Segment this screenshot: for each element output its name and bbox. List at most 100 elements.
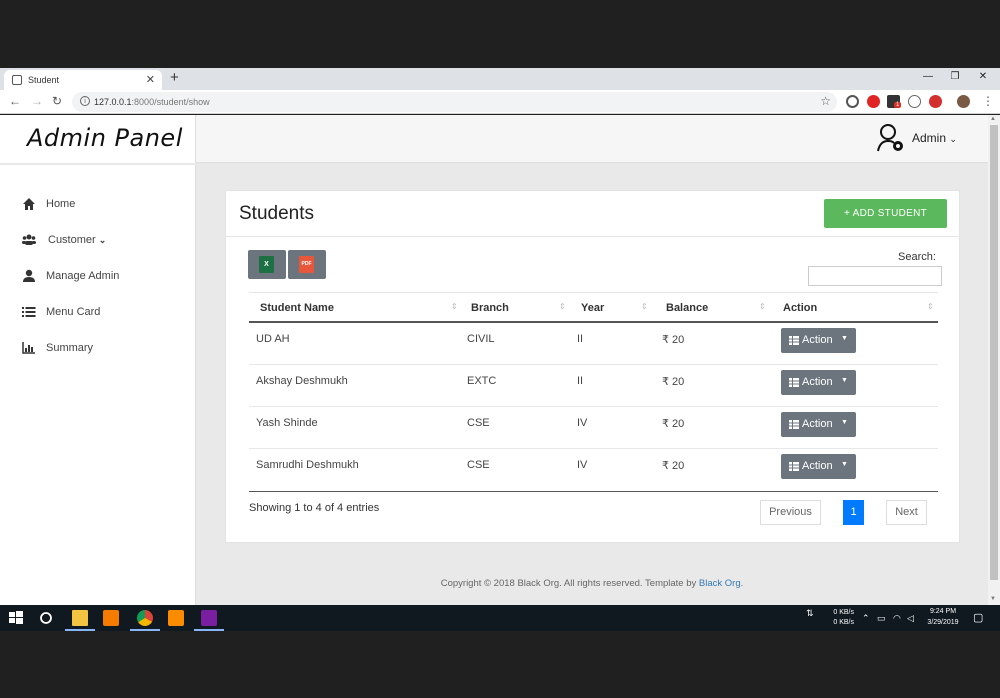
sort-icon[interactable]: ⇕ — [759, 302, 766, 311]
admin-menu[interactable]: Admin ⌄ — [912, 131, 957, 145]
forward-icon[interactable]: → — [31, 94, 43, 108]
xampp-icon[interactable] — [168, 610, 184, 626]
sidebar: Home Customer ⌄ Manage Admin Menu Card S… — [0, 165, 196, 605]
window-close-icon[interactable]: ✕ — [975, 71, 991, 82]
sidebar-item-label: Summary — [46, 342, 94, 354]
page-scrollbar[interactable]: ▲ ▼ — [988, 115, 1000, 605]
footer-link[interactable]: Black Org — [699, 578, 741, 589]
sidebar-item-summary[interactable]: Summary — [22, 341, 182, 361]
address-bar[interactable]: i 127.0.0.1:8000/student/show ☆ — [72, 92, 837, 112]
sort-icon[interactable]: ⇕ — [641, 302, 648, 311]
table-row: Samrudhi Deshmukh CSE IV ₹ 20 Action ▼ — [249, 449, 938, 491]
column-header-balance[interactable]: Balance — [666, 302, 708, 314]
tab-title: Student — [28, 75, 60, 85]
sort-icon[interactable]: ⇕ — [927, 302, 934, 311]
table-grid-icon — [789, 420, 799, 429]
network-speed-arrows-icon: ⇅ — [806, 608, 814, 618]
caret-down-icon: ▼ — [841, 419, 848, 426]
tray-expand-icon[interactable]: ⌃ — [862, 613, 870, 624]
cell-year: IV — [577, 417, 588, 429]
users-icon — [22, 234, 36, 245]
page-title: Students — [239, 203, 314, 224]
site-info-icon[interactable]: i — [80, 96, 90, 106]
media-player-icon[interactable] — [103, 610, 119, 626]
column-header-year[interactable]: Year — [581, 302, 604, 314]
footer-end: . — [740, 578, 744, 589]
restore-icon[interactable]: ❐ — [947, 71, 963, 82]
admin-user-gear-icon[interactable] — [876, 123, 906, 153]
back-icon[interactable]: ← — [9, 94, 21, 108]
reload-icon[interactable]: ↻ — [52, 94, 62, 108]
cell-student-name: Yash Shinde — [256, 417, 318, 429]
url-text: 127.0.0.1:8000/student/show — [94, 97, 210, 107]
file-explorer-icon[interactable] — [72, 610, 88, 626]
column-header-branch[interactable]: Branch — [471, 302, 509, 314]
sort-icon[interactable]: ⇕ — [451, 302, 458, 311]
block-extension-icon[interactable] — [846, 95, 859, 108]
clock-time[interactable]: 9:24 PM — [922, 608, 964, 615]
sidebar-item-manage-admin[interactable]: Manage Admin — [22, 269, 182, 289]
windows-start-icon[interactable] — [8, 610, 24, 626]
cortana-search-icon[interactable] — [38, 610, 54, 626]
new-tab-button[interactable]: + — [170, 69, 179, 86]
cell-year: II — [577, 375, 584, 387]
table-grid-icon — [789, 378, 799, 387]
menu-kebab-icon[interactable]: ⋮ — [982, 94, 994, 108]
browser-toolbar: ← → ↻ i 127.0.0.1:8000/student/show ☆ 1 … — [0, 90, 1000, 114]
cell-year: II — [577, 333, 584, 345]
clock-date[interactable]: 3/29/2019 — [922, 619, 964, 626]
browser-tab-bar: Student ✕ + — ❐ ✕ — [0, 68, 1000, 90]
column-header-action[interactable]: Action — [783, 302, 817, 314]
user-icon — [23, 269, 35, 282]
chrome-icon[interactable] — [137, 610, 153, 626]
profile-avatar[interactable] — [957, 95, 970, 108]
minimize-icon[interactable]: — — [920, 71, 936, 82]
cell-student-name: Samrudhi Deshmukh — [256, 459, 359, 471]
notifications-icon[interactable]: ▢ — [973, 611, 983, 624]
brand-area: Admin Panel — [0, 115, 196, 163]
action-dropdown-button[interactable]: Action ▼ — [781, 454, 856, 479]
cell-balance: ₹ 20 — [662, 376, 685, 388]
action-dropdown-button[interactable]: Action ▼ — [781, 370, 856, 395]
scroll-up-icon[interactable]: ▲ — [990, 116, 996, 122]
cell-branch: CSE — [467, 417, 490, 429]
sort-icon[interactable]: ⇕ — [559, 302, 566, 311]
sidebar-item-menu-card[interactable]: Menu Card — [22, 305, 182, 325]
export-excel-button[interactable]: X — [248, 250, 286, 279]
sidebar-item-label: Menu Card — [46, 306, 101, 318]
cell-balance: ₹ 20 — [662, 334, 685, 346]
page-1-button[interactable]: 1 — [843, 500, 864, 525]
cell-branch: CIVIL — [467, 333, 495, 345]
table-footer-divider — [249, 491, 938, 492]
action-dropdown-button[interactable]: Action ▼ — [781, 328, 856, 353]
wifi-icon[interactable]: ◠ — [893, 613, 901, 624]
sidebar-item-home[interactable]: Home — [22, 197, 182, 217]
bug-extension-icon[interactable] — [929, 95, 942, 108]
tab-close-icon[interactable]: ✕ — [146, 73, 155, 86]
sidebar-item-label: Home — [46, 198, 76, 210]
scroll-thumb[interactable] — [990, 125, 998, 580]
page-footer: Copyright © 2018 Black Org. All rights r… — [0, 578, 988, 589]
previous-page-button[interactable]: Previous — [760, 500, 821, 525]
web-page: Admin Panel Admin ⌄ Home Customer ⌄ Mana… — [0, 115, 988, 605]
export-pdf-button[interactable]: PDF — [288, 250, 326, 279]
action-label: Action — [802, 376, 833, 388]
net-upload-speed: 0 KB/s — [833, 609, 854, 616]
net-download-speed: 0 KB/s — [833, 619, 854, 626]
volume-icon[interactable]: ◁ — [907, 613, 914, 624]
browser-tab[interactable]: Student ✕ — [4, 70, 162, 90]
sidebar-item-customer[interactable]: Customer ⌄ — [22, 233, 182, 253]
brand-title: Admin Panel — [27, 124, 183, 152]
column-header-student-name[interactable]: Student Name — [260, 302, 334, 314]
action-dropdown-button[interactable]: Action ▼ — [781, 412, 856, 437]
face-extension-icon[interactable] — [908, 95, 921, 108]
scroll-down-icon[interactable]: ▼ — [990, 596, 996, 602]
add-student-button[interactable]: + ADD STUDENT — [824, 199, 947, 228]
next-page-button[interactable]: Next — [886, 500, 927, 525]
opera-extension-icon[interactable] — [867, 95, 880, 108]
phpstorm-icon[interactable] — [201, 610, 217, 626]
bookmark-star-icon[interactable]: ☆ — [820, 94, 831, 108]
battery-icon[interactable]: ▭ — [877, 613, 886, 624]
search-input[interactable] — [808, 266, 942, 286]
card-header: Students + ADD STUDENT — [226, 191, 959, 237]
